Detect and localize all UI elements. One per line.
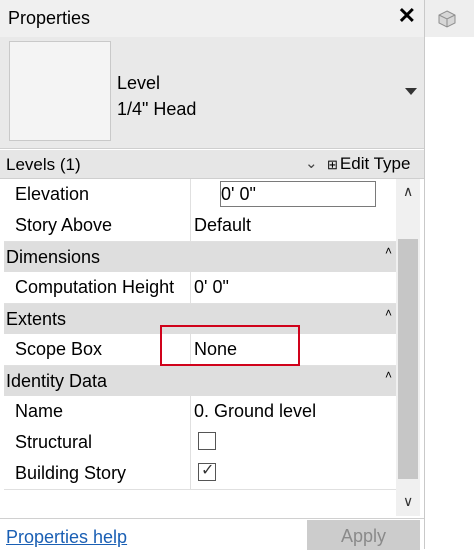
name-value[interactable]: 0. Ground level xyxy=(192,396,396,427)
row-label: Computation Height xyxy=(4,272,191,303)
instance-filter[interactable]: Levels (1) ⌄ ⊞ Edit Type xyxy=(0,150,424,179)
name-text: 0. Ground level xyxy=(194,401,317,421)
row-story-above: Story Above Default xyxy=(4,210,396,242)
type-type: 1/4" Head xyxy=(117,99,197,119)
group-title: Identity Data xyxy=(6,371,108,391)
row-label: Structural xyxy=(4,427,191,458)
row-label: Name xyxy=(4,396,191,427)
type-name: Level 1/4" Head xyxy=(117,70,196,122)
row-label: Story Above xyxy=(4,210,191,241)
building-story-checkbox[interactable]: ✓ xyxy=(198,462,216,481)
story-above-value[interactable]: Default xyxy=(192,210,396,241)
filter-chevron-icon[interactable]: ⌄ xyxy=(305,154,318,172)
properties-help-link[interactable]: Properties help xyxy=(6,527,127,548)
row-label: Elevation xyxy=(4,179,191,210)
view-area xyxy=(425,0,474,549)
grid-scrollbar[interactable]: ∧ ∨ xyxy=(396,179,420,516)
row-structural: Structural xyxy=(4,427,396,459)
title-bar: Properties ✕ xyxy=(0,0,424,38)
group-title: Extents xyxy=(6,309,67,329)
structural-checkbox[interactable] xyxy=(198,432,216,450)
panel-title: Properties xyxy=(8,8,91,28)
highlight-annotation xyxy=(160,325,300,366)
check-icon: ✓ xyxy=(201,462,215,479)
instance-filter-label: Levels (1) xyxy=(6,155,81,174)
row-computation-height: Computation Height 0' 0" xyxy=(4,272,396,304)
structural-value xyxy=(192,427,396,458)
type-selector[interactable]: Level 1/4" Head xyxy=(0,37,424,149)
panel-footer: Properties help Apply xyxy=(0,518,424,550)
type-family: Level xyxy=(117,73,161,93)
chevron-down-icon[interactable] xyxy=(405,88,417,95)
row-value-cell: 0' 0" xyxy=(192,179,396,210)
collapse-icon[interactable]: ˄ xyxy=(385,298,392,328)
view-cube-area xyxy=(425,0,474,37)
apply-button[interactable]: Apply xyxy=(307,520,420,550)
edit-type-icon: ⊞ xyxy=(327,157,338,172)
close-icon[interactable]: ✕ xyxy=(398,3,416,29)
view-cube-icon[interactable] xyxy=(437,9,457,29)
elevation-input[interactable]: 0' 0" xyxy=(220,181,376,207)
computation-height-value[interactable]: 0' 0" xyxy=(192,272,396,303)
group-identity-data[interactable]: Identity Data ˄ xyxy=(4,366,396,397)
collapse-icon[interactable]: ˄ xyxy=(385,360,392,390)
group-title: Dimensions xyxy=(6,247,101,267)
properties-panel: Properties ✕ Level 1/4" Head Levels (1) … xyxy=(0,0,425,550)
type-preview-image xyxy=(9,41,111,141)
row-name: Name 0. Ground level xyxy=(4,396,396,428)
story-above-text: Default xyxy=(194,215,252,235)
scrollbar-thumb[interactable] xyxy=(398,239,418,479)
scroll-down-icon[interactable]: ∨ xyxy=(403,493,413,510)
row-building-story: Building Story ✓ xyxy=(4,458,396,490)
collapse-icon[interactable]: ˄ xyxy=(385,236,392,266)
group-dimensions[interactable]: Dimensions ˄ xyxy=(4,242,396,273)
elevation-value: 0' 0" xyxy=(221,184,256,204)
row-label: Building Story xyxy=(4,458,191,489)
edit-type-label: Edit Type xyxy=(339,154,411,173)
edit-type-button[interactable]: ⊞ Edit Type xyxy=(327,154,410,174)
computation-height-text: 0' 0" xyxy=(194,277,229,297)
scroll-up-icon[interactable]: ∧ xyxy=(403,183,413,200)
building-story-value: ✓ xyxy=(192,458,396,489)
row-elevation: Elevation 0' 0" xyxy=(4,179,396,211)
